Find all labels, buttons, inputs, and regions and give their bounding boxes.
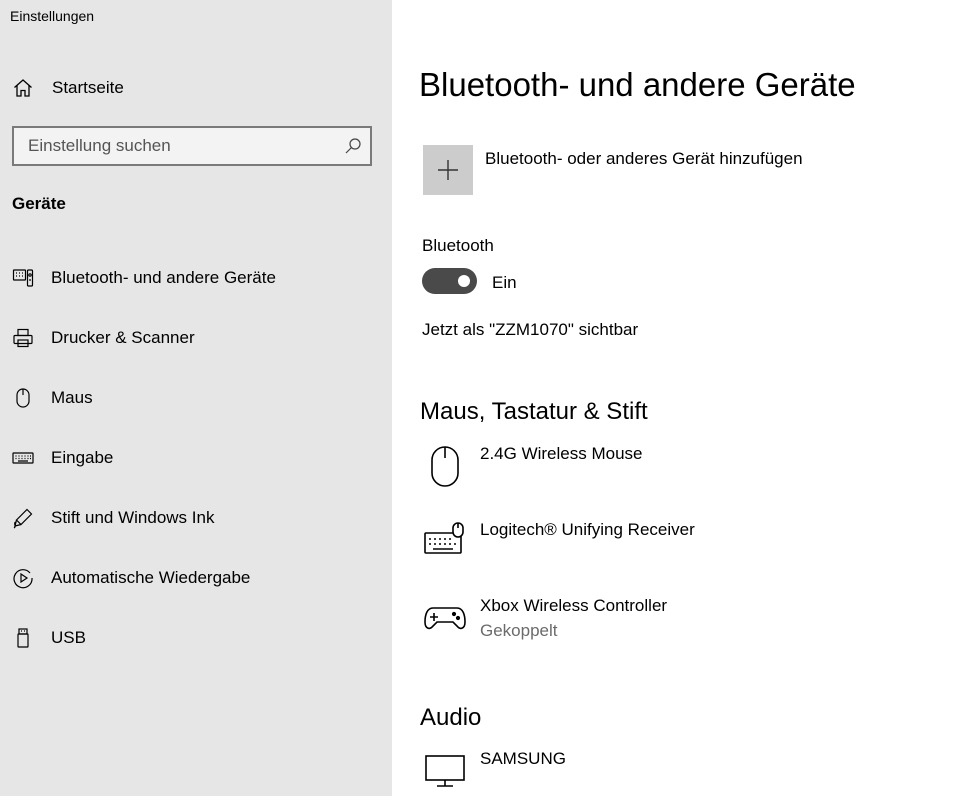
printer-icon bbox=[12, 327, 34, 349]
sidebar-item-label: Stift und Windows Ink bbox=[51, 508, 215, 527]
add-device-button[interactable]: Bluetooth- oder anderes Gerät hinzufügen bbox=[423, 145, 943, 195]
monitor-icon bbox=[422, 749, 468, 795]
device-item[interactable]: SAMSUNG bbox=[422, 749, 942, 796]
device-item[interactable]: Logitech® Unifying Receiver bbox=[422, 520, 942, 580]
page-title: Bluetooth- und andere Geräte bbox=[419, 66, 856, 103]
sidebar-item-autoplay[interactable]: Automatische Wiedergabe bbox=[0, 556, 392, 600]
home-icon bbox=[12, 77, 34, 99]
device-name: SAMSUNG bbox=[480, 749, 566, 768]
bluetooth-visible-text: Jetzt als "ZZM1070" sichtbar bbox=[422, 320, 639, 339]
device-name: 2.4G Wireless Mouse bbox=[480, 444, 643, 463]
autoplay-icon bbox=[12, 567, 34, 589]
mouse-icon bbox=[12, 387, 34, 409]
search-input[interactable] bbox=[14, 128, 334, 164]
plus-icon bbox=[438, 160, 458, 180]
search-icon[interactable] bbox=[344, 137, 362, 155]
toggle-knob bbox=[458, 275, 470, 287]
keyboard-icon bbox=[12, 447, 34, 469]
sidebar-item-printers[interactable]: Drucker & Scanner bbox=[0, 316, 392, 360]
bluetooth-devices-icon bbox=[12, 267, 34, 289]
sidebar-section-heading: Geräte bbox=[12, 194, 66, 213]
device-status: Gekoppelt bbox=[480, 621, 558, 640]
sidebar-item-usb[interactable]: USB bbox=[0, 616, 392, 660]
sidebar-item-label: Automatische Wiedergabe bbox=[51, 568, 251, 587]
sidebar-item-home[interactable]: Startseite bbox=[0, 68, 392, 108]
keyboard-mouse-icon bbox=[422, 520, 468, 566]
sidebar-item-mouse[interactable]: Maus bbox=[0, 376, 392, 420]
group-heading-audio: Audio bbox=[420, 704, 482, 731]
sidebar-item-label: Maus bbox=[51, 388, 93, 407]
mouse-icon bbox=[422, 444, 468, 490]
device-name: Logitech® Unifying Receiver bbox=[480, 520, 695, 539]
usb-icon bbox=[12, 627, 34, 649]
bluetooth-toggle-state: Ein bbox=[492, 273, 517, 292]
add-device-tile[interactable] bbox=[423, 145, 473, 195]
device-name: Xbox Wireless Controller bbox=[480, 596, 668, 615]
group-heading-input: Maus, Tastatur & Stift bbox=[420, 398, 648, 425]
sidebar: Einstellungen Startseite Geräte bbox=[0, 0, 392, 796]
device-item[interactable]: Xbox Wireless Controller Gekoppelt bbox=[422, 596, 942, 656]
bluetooth-label: Bluetooth bbox=[422, 236, 494, 255]
bluetooth-toggle[interactable] bbox=[422, 268, 477, 294]
sidebar-item-pen[interactable]: Stift und Windows Ink bbox=[0, 496, 392, 540]
main-content: Bluetooth- und andere Geräte Bluetooth- … bbox=[392, 0, 964, 796]
gamepad-icon bbox=[422, 596, 468, 642]
device-item[interactable]: 2.4G Wireless Mouse bbox=[422, 444, 942, 504]
sidebar-item-label: Startseite bbox=[52, 78, 124, 97]
sidebar-item-label: USB bbox=[51, 628, 86, 647]
sidebar-item-bluetooth[interactable]: Bluetooth- und andere Geräte bbox=[0, 256, 392, 300]
pen-icon bbox=[12, 507, 34, 529]
sidebar-item-label: Drucker & Scanner bbox=[51, 328, 195, 347]
sidebar-item-typing[interactable]: Eingabe bbox=[0, 436, 392, 480]
sidebar-item-label: Bluetooth- und andere Geräte bbox=[51, 268, 276, 287]
search-box[interactable] bbox=[12, 126, 372, 166]
sidebar-item-label: Eingabe bbox=[51, 448, 114, 467]
add-device-label[interactable]: Bluetooth- oder anderes Gerät hinzufügen bbox=[485, 149, 803, 169]
app-title: Einstellungen bbox=[10, 8, 95, 24]
